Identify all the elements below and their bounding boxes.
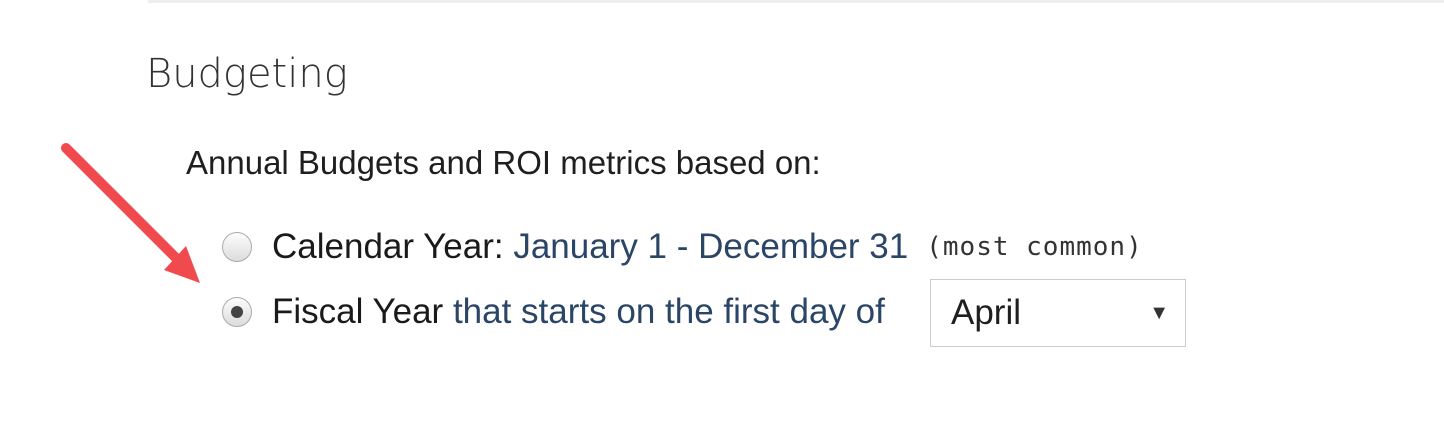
fiscal-year-label: Fiscal Year: [272, 292, 444, 331]
calendar-year-colon: :: [493, 227, 504, 266]
section-title: Budgeting: [146, 51, 348, 97]
fiscal-year-radio[interactable]: [222, 297, 252, 327]
fiscal-year-detail: that starts on the first day of: [452, 292, 885, 331]
calendar-year-range: January 1 - December 31: [513, 227, 909, 266]
fiscal-year-option[interactable]: Fiscal Year that starts on the first day…: [222, 290, 885, 334]
fiscal-start-month-select[interactable]: April ▼: [930, 279, 1186, 347]
top-divider: [148, 0, 1444, 3]
calendar-year-label: Calendar Year: [272, 227, 494, 266]
selected-month: April: [951, 293, 1022, 332]
radio-selected-dot: [231, 306, 243, 318]
calendar-year-note: (most common): [926, 232, 1143, 262]
budget-basis-prompt: Annual Budgets and ROI metrics based on:: [186, 144, 821, 181]
chevron-down-icon: ▼: [1149, 301, 1169, 324]
calendar-year-option[interactable]: Calendar Year: January 1 - December 31 (…: [222, 225, 1143, 269]
calendar-year-radio[interactable]: [222, 232, 252, 262]
